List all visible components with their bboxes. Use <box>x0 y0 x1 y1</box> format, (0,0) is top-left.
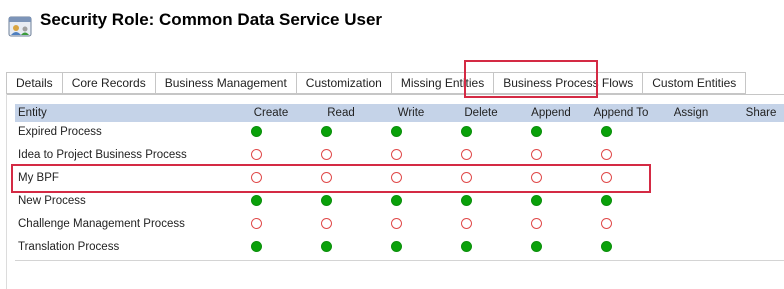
privilege-none-icon[interactable] <box>600 149 612 160</box>
privilege-full-icon[interactable] <box>320 241 332 252</box>
page-title: Security Role: Common Data Service User <box>40 10 383 29</box>
privilege-none-icon[interactable] <box>460 218 472 229</box>
tab-business-process-flows[interactable]: Business Process Flows <box>493 72 643 94</box>
privilege-full-icon[interactable] <box>530 126 542 137</box>
tab-missing-entities[interactable]: Missing Entities <box>390 72 494 94</box>
column-header-share: Share <box>745 107 777 119</box>
tab-panel-border <box>6 94 784 95</box>
privilege-none-icon[interactable] <box>390 172 402 183</box>
privilege-full-icon[interactable] <box>250 126 262 137</box>
table-row-expired-process: Expired Process <box>15 121 784 144</box>
entity-name: Idea to Project Business Process <box>18 149 187 161</box>
panel-left-border <box>6 94 7 289</box>
privilege-none-icon[interactable] <box>250 149 262 160</box>
privilege-none-icon[interactable] <box>530 149 542 160</box>
privilege-none-icon[interactable] <box>250 172 262 183</box>
privilege-full-icon[interactable] <box>600 241 612 252</box>
privilege-none-icon[interactable] <box>250 218 262 229</box>
privilege-none-icon[interactable] <box>320 218 332 229</box>
privilege-none-icon[interactable] <box>530 172 542 183</box>
privilege-full-icon[interactable] <box>320 126 332 137</box>
privilege-full-icon[interactable] <box>460 241 472 252</box>
privilege-full-icon[interactable] <box>530 241 542 252</box>
privilege-none-icon[interactable] <box>530 218 542 229</box>
privilege-full-icon[interactable] <box>250 241 262 252</box>
tab-bar: Details Core Records Business Management… <box>6 72 747 94</box>
tab-customization[interactable]: Customization <box>295 72 391 94</box>
column-header-read: Read <box>327 107 355 119</box>
entity-name: New Process <box>18 195 86 207</box>
table-row-challenge-management-process: Challenge Management Process <box>15 213 784 236</box>
privilege-none-icon[interactable] <box>390 149 402 160</box>
table-row-my-bpf: My BPF <box>15 167 784 190</box>
tab-core-records[interactable]: Core Records <box>61 72 155 94</box>
column-header-delete: Delete <box>464 107 498 119</box>
security-role-icon <box>8 16 32 37</box>
page-header: Security Role: Common Data Service User <box>0 0 784 60</box>
privilege-full-icon[interactable] <box>320 195 332 206</box>
privilege-full-icon[interactable] <box>390 195 402 206</box>
tab-business-management[interactable]: Business Management <box>154 72 296 94</box>
column-header-append-to: Append To <box>593 107 649 119</box>
table-row-idea-to-project-business-process: Idea to Project Business Process <box>15 144 784 167</box>
privilege-full-icon[interactable] <box>530 195 542 206</box>
privilege-none-icon[interactable] <box>600 218 612 229</box>
privilege-none-icon[interactable] <box>320 149 332 160</box>
entity-name: Challenge Management Process <box>18 218 185 230</box>
column-header-write: Write <box>397 107 425 119</box>
privilege-full-icon[interactable] <box>600 126 612 137</box>
column-header-append: Append <box>531 107 571 119</box>
privilege-full-icon[interactable] <box>250 195 262 206</box>
entity-name: Translation Process <box>18 241 120 253</box>
grid-header: Entity Create Read Write Delete Append A… <box>15 104 784 122</box>
table-row-new-process: New Process <box>15 190 784 213</box>
column-header-create: Create <box>253 107 289 119</box>
entity-name: My BPF <box>18 172 59 184</box>
privilege-none-icon[interactable] <box>460 172 472 183</box>
privilege-full-icon[interactable] <box>460 126 472 137</box>
column-header-entity: Entity <box>18 107 47 119</box>
privilege-none-icon[interactable] <box>460 149 472 160</box>
privilege-full-icon[interactable] <box>600 195 612 206</box>
privilege-none-icon[interactable] <box>390 218 402 229</box>
tab-details[interactable]: Details <box>6 72 62 94</box>
privilege-full-icon[interactable] <box>390 126 402 137</box>
privilege-none-icon[interactable] <box>320 172 332 183</box>
column-header-assign: Assign <box>673 107 709 119</box>
privilege-full-icon[interactable] <box>460 195 472 206</box>
entity-name: Expired Process <box>18 126 102 138</box>
tab-custom-entities[interactable]: Custom Entities <box>642 72 747 94</box>
privilege-none-icon[interactable] <box>600 172 612 183</box>
table-row-translation-process: Translation Process <box>15 236 784 259</box>
privilege-full-icon[interactable] <box>390 241 402 252</box>
grid-bottom-border <box>15 260 784 261</box>
